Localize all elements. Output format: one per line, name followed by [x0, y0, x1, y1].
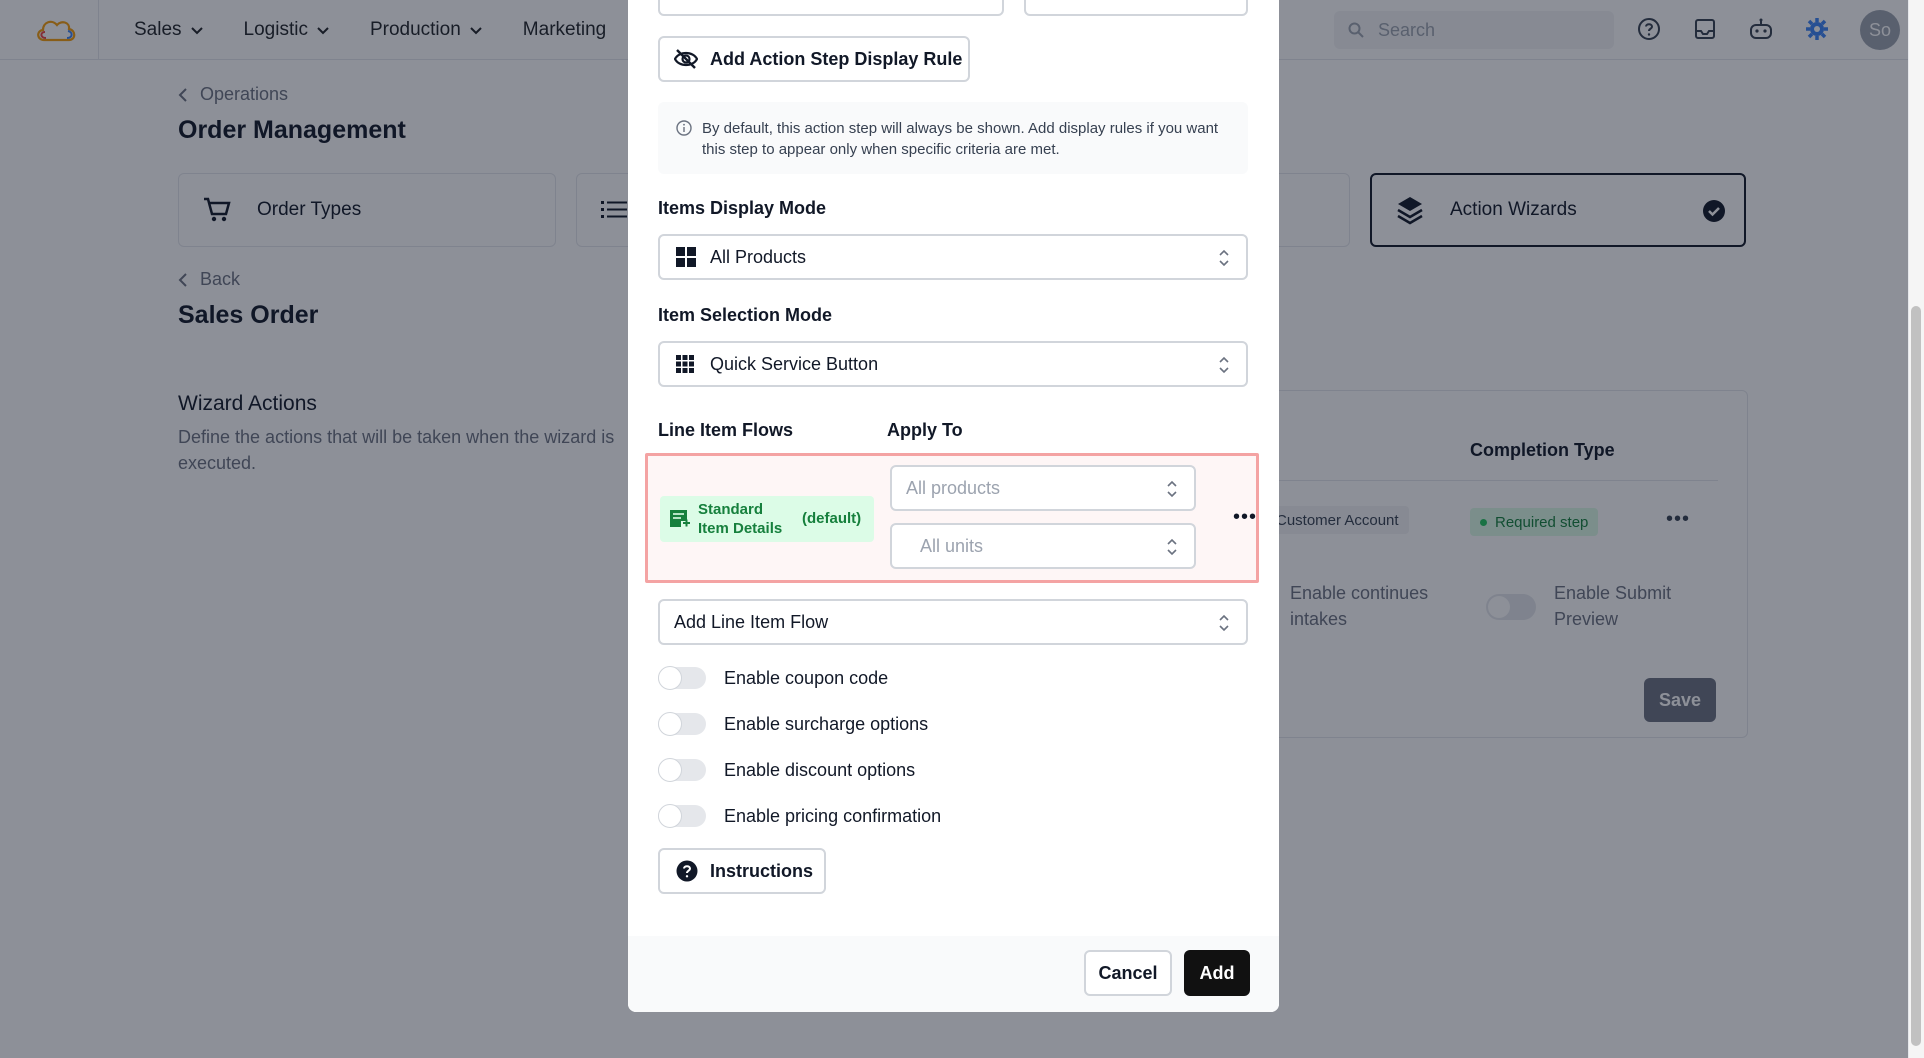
- note-add-icon: [670, 510, 690, 527]
- cut-off-select[interactable]: [1024, 0, 1248, 16]
- select-placeholder: Add Line Item Flow: [674, 611, 829, 632]
- select-placeholder: All products: [906, 477, 1001, 498]
- pricing-toggle[interactable]: [658, 804, 706, 828]
- apps-icon: [676, 355, 694, 373]
- toggle-row-pricing: Enable pricing confirmation: [658, 804, 941, 828]
- chevron-updown-icon: [1219, 356, 1229, 374]
- chevron-updown-icon: [1167, 538, 1177, 556]
- line-item-flows-header: Line Item Flows: [658, 420, 794, 440]
- discount-toggle[interactable]: [658, 758, 706, 782]
- toggle-row-discount: Enable discount options: [658, 758, 915, 782]
- chevron-updown-icon: [1219, 249, 1229, 267]
- cancel-button[interactable]: Cancel: [1084, 950, 1172, 996]
- chevron-updown-icon: [1167, 480, 1177, 498]
- grid-icon: [676, 247, 696, 267]
- toggle-row-surcharge: Enable surcharge options: [658, 712, 928, 736]
- toggle-label: Enable pricing confirmation: [724, 805, 942, 826]
- apply-units-select[interactable]: All units: [890, 523, 1196, 569]
- chevron-updown-icon: [1219, 614, 1229, 632]
- display-rule-label: Add Action Step Display Rule: [710, 48, 963, 69]
- items-display-mode-label: Items Display Mode: [658, 198, 827, 218]
- item-selection-mode-select[interactable]: Quick Service Button: [658, 341, 1248, 387]
- more-options-icon[interactable]: •••: [1233, 506, 1257, 529]
- flow-default-tag: (default): [802, 510, 862, 527]
- surcharge-toggle[interactable]: [658, 712, 706, 736]
- select-placeholder: All units: [920, 535, 984, 556]
- toggle-row-coupon: Enable coupon code: [658, 666, 888, 690]
- items-display-mode-select[interactable]: All Products: [658, 234, 1248, 280]
- flow-badge[interactable]: Standard Item Details (default): [660, 496, 874, 542]
- add-line-item-flow-select[interactable]: Add Line Item Flow: [658, 599, 1248, 645]
- toggle-label: Enable discount options: [724, 759, 916, 780]
- add-button[interactable]: Add: [1184, 950, 1250, 996]
- apply-products-select[interactable]: All products: [890, 465, 1196, 511]
- select-value: All Products: [710, 246, 807, 267]
- info-text: By default, this action step will always…: [702, 120, 1219, 158]
- modal-footer: [628, 936, 1279, 1012]
- cut-off-select[interactable]: [658, 0, 1004, 16]
- scrollbar-thumb[interactable]: [1911, 306, 1921, 1046]
- instructions-label: Instructions: [710, 860, 814, 881]
- info-icon: [676, 120, 692, 136]
- info-box: By default, this action step will always…: [658, 102, 1248, 174]
- coupon-toggle[interactable]: [658, 666, 706, 690]
- line-item-flow-row: Standard Item Details (default) All prod…: [645, 453, 1259, 583]
- apply-to-header: Apply To: [887, 420, 963, 440]
- eye-off-icon: [674, 49, 698, 69]
- help-circle-icon: [676, 860, 698, 882]
- item-selection-mode-label: Item Selection Mode: [658, 305, 833, 325]
- toggle-label: Enable coupon code: [724, 667, 889, 688]
- select-value: Quick Service Button: [710, 353, 879, 374]
- toggle-label: Enable surcharge options: [724, 713, 929, 734]
- flow-name: Standard Item Details: [698, 501, 783, 537]
- add-display-rule-button[interactable]: Add Action Step Display Rule: [658, 36, 970, 82]
- add-action-step-modal: Add Action Step Display Rule By default,…: [628, 0, 1279, 1012]
- instructions-button[interactable]: Instructions: [658, 848, 826, 894]
